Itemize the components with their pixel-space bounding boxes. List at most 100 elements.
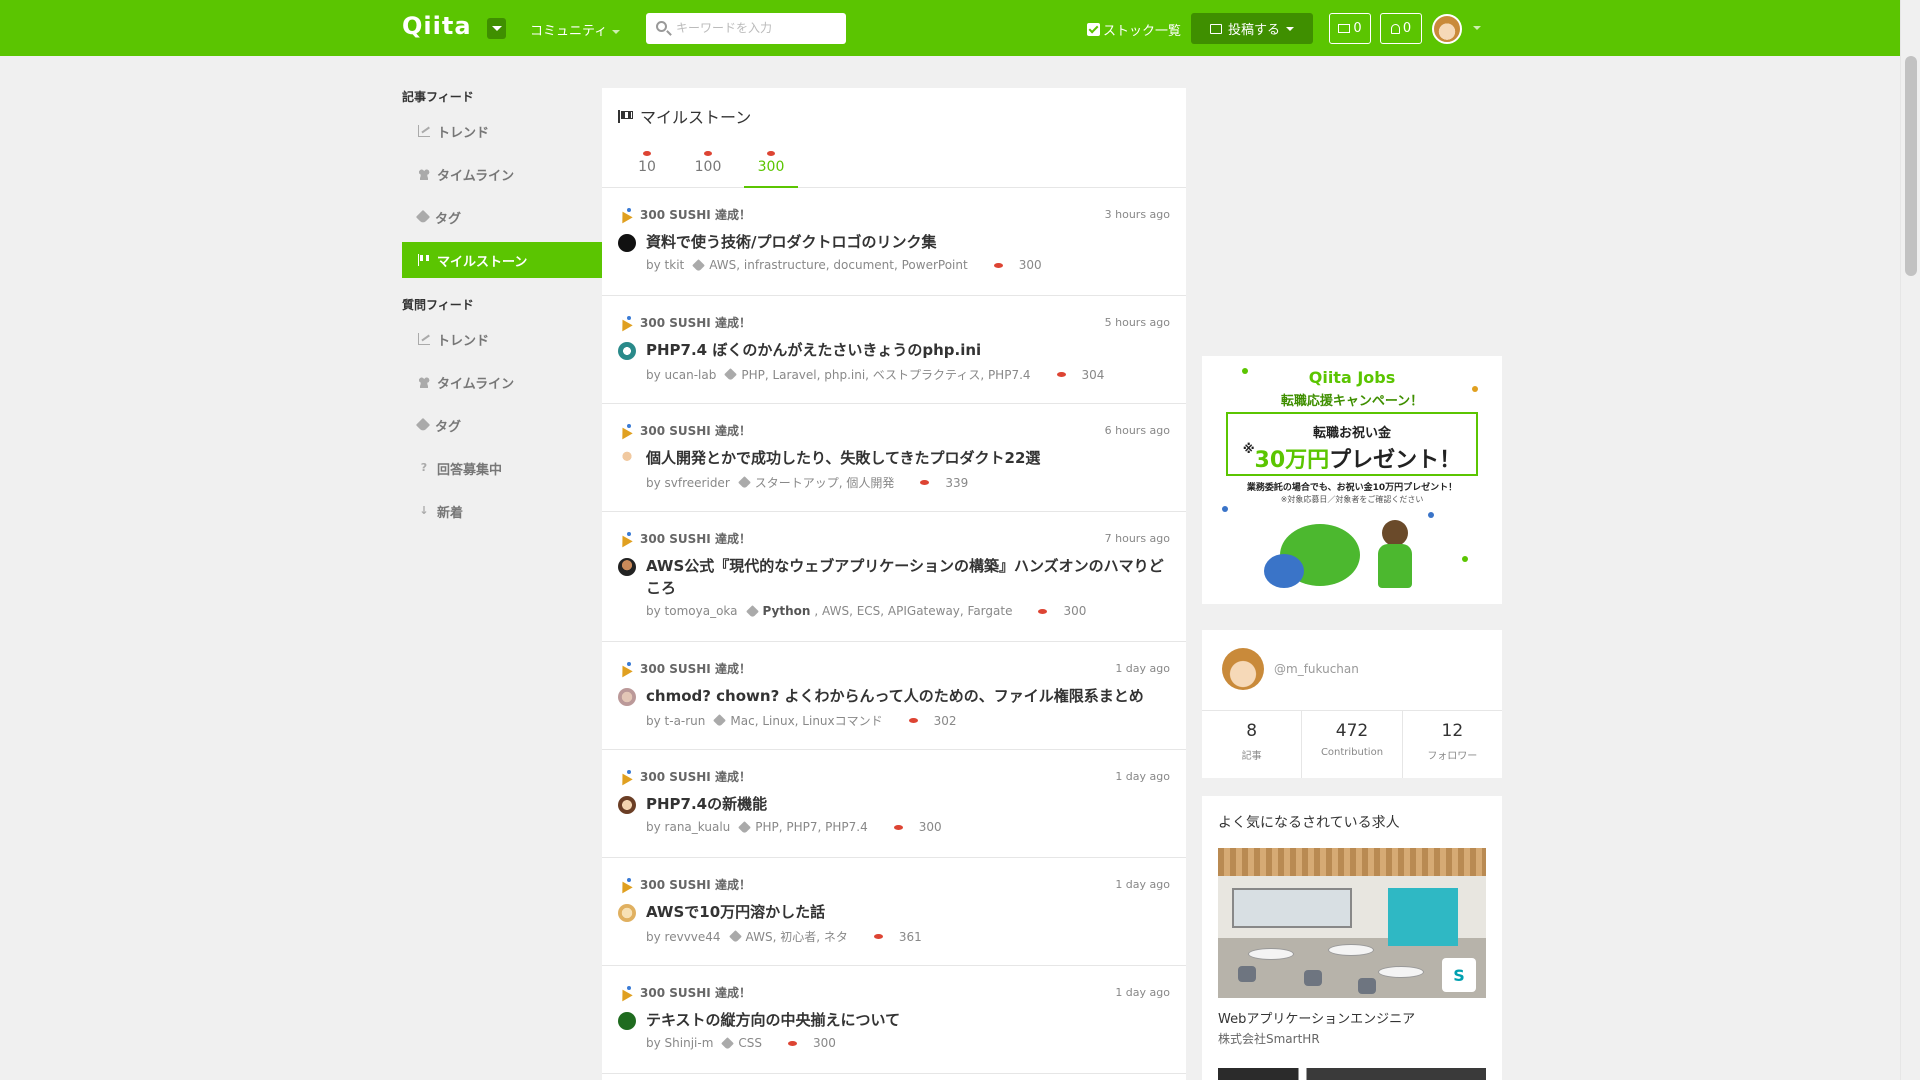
author-link[interactable]: by tomoya_oka <box>646 604 738 618</box>
avatar[interactable] <box>1222 648 1264 690</box>
milestone-tabs: 10 100 300 <box>602 144 1186 188</box>
tag-list[interactable]: スタートアップ, 個人開発 <box>755 474 895 491</box>
author-link[interactable]: by tkit <box>646 258 684 272</box>
sidebar-item-label: マイルストーン <box>437 254 528 270</box>
article-title-link[interactable]: AWSで10万円溶かした話 <box>646 901 1170 923</box>
ceiling-decoration <box>1218 848 1486 876</box>
avatar[interactable] <box>618 1012 636 1030</box>
avatar[interactable] <box>618 234 636 252</box>
article-title-link[interactable]: 個人開発とかで成功したり、失敗してきたプロダクト22選 <box>646 447 1170 469</box>
author-link[interactable]: by ucan-lab <box>646 368 716 382</box>
sidebar-item-unanswered[interactable]: ? 回答募集中 <box>402 450 602 486</box>
badge-text: 300 SUSHI 達成！ <box>640 316 751 330</box>
avatar[interactable] <box>618 558 636 576</box>
ad-gift: 転職お祝い金 <box>1312 426 1391 441</box>
article-meta: by Shinji-m CSS 300 <box>646 1036 836 1050</box>
qiita-jobs-ad-banner[interactable]: Qiita Jobs 転職応援キャンペーン！ 転職お祝い金 ※30万円プレゼント… <box>1202 356 1502 604</box>
timestamp: 3 hours ago <box>1104 208 1170 221</box>
stock-list-link[interactable]: ストック一覧 <box>1087 20 1181 39</box>
sushi-icon <box>893 824 903 830</box>
author-link[interactable]: by Shinji-m <box>646 1036 713 1050</box>
mail-button[interactable]: 0 <box>1329 13 1371 44</box>
avatar[interactable] <box>618 450 636 468</box>
stat-followers[interactable]: 12 フォロワー <box>1403 711 1502 778</box>
trend-icon <box>418 333 430 345</box>
article-title-link[interactable]: PHP7.4 ぼくのかんがえたさいきょうのphp.ini <box>646 339 1170 361</box>
tag-list[interactable]: CSS <box>738 1036 762 1050</box>
check-icon <box>1087 23 1100 36</box>
sidebar-item-question-timeline[interactable]: タイムライン <box>402 364 602 400</box>
search-input[interactable] <box>676 19 836 37</box>
user-avatar[interactable] <box>1432 14 1462 44</box>
article-title-link[interactable]: AWS公式『現代的なウェブアプリケーションの構築』ハンズオンのハマりどころ <box>646 555 1170 599</box>
tag-list[interactable]: PHP, Laravel, php.ini, ベストプラクティス, PHP7.4 <box>741 366 1030 383</box>
sushi-count: 300 <box>1018 258 1042 272</box>
tag-list[interactable]: , AWS, ECS, APIGateway, Fargate <box>814 604 1012 618</box>
sidebar-item-milestone[interactable]: マイルストーン <box>402 242 602 278</box>
table-decoration <box>1378 966 1424 978</box>
tag-followed[interactable]: Python <box>763 604 811 618</box>
article-title-link[interactable]: chmod? chown? よくわからんって人のための、ファイル権限系まとめ <box>646 685 1170 707</box>
tab-10[interactable]: 10 <box>620 144 674 188</box>
ad-prize-amount: 30万円 <box>1254 448 1330 473</box>
article-title-link[interactable]: 資料で使う技術/プロダクトロゴのリンク集 <box>646 231 1170 253</box>
person-illustration <box>1378 544 1412 588</box>
party-popper-icon <box>618 769 632 784</box>
sidebar-item-question-trend[interactable]: トレンド <box>402 321 602 357</box>
search-box[interactable] <box>646 13 846 44</box>
profile-username[interactable]: @m_fukuchan <box>1274 662 1359 676</box>
tag-list[interactable]: AWS, infrastructure, document, PowerPoin… <box>709 258 967 272</box>
sidebar-item-label: タグ <box>435 419 462 435</box>
job-title-link[interactable]: Webアプリケーションエンジニア <box>1218 1008 1415 1027</box>
author-link[interactable]: by svfreerider <box>646 476 730 490</box>
chair-decoration <box>1304 970 1322 986</box>
tag-list[interactable]: AWS, 初心者, ネタ <box>746 928 848 945</box>
party-popper-icon <box>618 207 632 222</box>
post-button-label: 投稿する <box>1227 23 1280 38</box>
sidebar-item-article-tag[interactable]: タグ <box>402 199 602 235</box>
tab-100[interactable]: 100 <box>681 144 735 188</box>
avatar[interactable] <box>618 904 636 922</box>
stat-contribution[interactable]: 472 Contribution <box>1302 711 1403 778</box>
avatar[interactable] <box>618 342 636 360</box>
badge-text: 300 SUSHI 達成！ <box>640 770 751 784</box>
timestamp: 1 day ago <box>1115 878 1170 891</box>
avatar[interactable] <box>618 796 636 814</box>
author-link[interactable]: by revvve44 <box>646 930 721 944</box>
tab-300[interactable]: 300 <box>744 144 798 188</box>
sidebar-item-newest[interactable]: ↓ 新着 <box>402 493 602 529</box>
wall-decoration <box>1388 888 1458 946</box>
author-link[interactable]: by t-a-run <box>646 714 705 728</box>
sidebar-item-label: タイムライン <box>437 168 515 184</box>
stat-value: 472 <box>1335 721 1369 741</box>
community-menu[interactable]: コミュニティ <box>530 20 621 39</box>
job-office-photo[interactable] <box>1218 1068 1486 1080</box>
job-office-photo[interactable]: S <box>1218 848 1486 998</box>
chevron-down-icon[interactable] <box>1473 26 1481 30</box>
post-button[interactable]: 投稿する <box>1191 13 1313 44</box>
sidebar-item-article-trend[interactable]: トレンド <box>402 113 602 149</box>
avatar[interactable] <box>618 688 636 706</box>
tag-list[interactable]: Mac, Linux, Linuxコマンド <box>730 712 882 729</box>
author-link[interactable]: by rana_kualu <box>646 820 730 834</box>
stat-value: 8 <box>1246 721 1258 741</box>
notification-button[interactable]: 0 <box>1380 13 1422 44</box>
trend-icon <box>418 125 430 137</box>
sidebar-item-question-tag[interactable]: タグ <box>402 407 602 443</box>
article-title-link[interactable]: PHP7.4の新機能 <box>646 793 1170 815</box>
tag-list[interactable]: PHP, PHP7, PHP7.4 <box>755 820 867 834</box>
qiita-logo[interactable]: Qiita <box>402 12 472 40</box>
bell-icon <box>1390 23 1400 34</box>
page-scrollbar[interactable] <box>1900 0 1920 1080</box>
sidebar-item-article-timeline[interactable]: タイムライン <box>402 156 602 192</box>
sushi-count: 304 <box>1081 367 1105 382</box>
list-item: 300 SUSHI 達成！ 6 hours ago 個人開発とかで成功したり、失… <box>602 404 1186 512</box>
top-nav-bar: Qiita コミュニティ ストック一覧 投稿する 0 0 <box>0 0 1900 56</box>
stat-articles[interactable]: 8 記事 <box>1202 711 1303 778</box>
logo-dropdown-button[interactable] <box>487 18 506 39</box>
scrollbar-thumb[interactable] <box>1905 56 1917 276</box>
sushi-icon <box>873 934 883 939</box>
article-title-link[interactable]: テキストの縦方向の中央揃えについて <box>646 1009 1170 1031</box>
article-meta: by rana_kualu PHP, PHP7, PHP7.4 300 <box>646 820 942 834</box>
ad-ribbon: 転職お祝い金 ※30万円プレゼント！ <box>1226 412 1478 476</box>
